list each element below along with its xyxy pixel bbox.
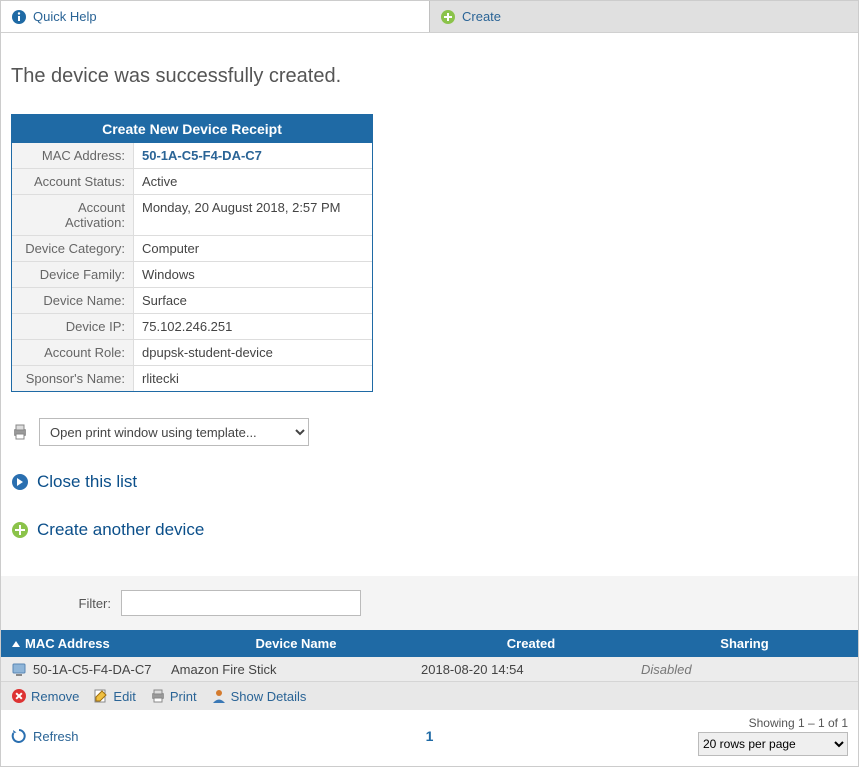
cell-mac: 50-1A-C5-F4-DA-C7: [33, 662, 151, 677]
info-icon: [11, 9, 27, 25]
refresh-button[interactable]: Refresh: [11, 728, 79, 744]
remove-button[interactable]: Remove: [11, 688, 79, 704]
app-window: Quick Help Create The device was success…: [0, 0, 859, 767]
receipt-card: Create New Device Receipt MAC Address:50…: [11, 114, 373, 392]
showing-text: Showing 1 – 1 of 1: [698, 716, 848, 730]
printer-icon: [11, 423, 29, 441]
cell-created: 2018-08-20 14:54: [421, 662, 641, 677]
tab-help-label: Quick Help: [33, 9, 97, 24]
close-list-link[interactable]: Close this list: [11, 472, 848, 492]
receipt-value: Computer: [134, 236, 372, 261]
main-content: The device was successfully created. Cre…: [1, 33, 858, 550]
col-mac[interactable]: MAC Address: [11, 636, 171, 651]
receipt-label: Device Category:: [12, 236, 134, 261]
filter-input[interactable]: [121, 590, 361, 616]
rows-per-page-select[interactable]: 20 rows per page: [698, 732, 848, 756]
table-header: MAC Address Device Name Created Sharing: [1, 630, 858, 657]
edit-button[interactable]: Edit: [93, 688, 135, 704]
receipt-label: Sponsor's Name:: [12, 366, 134, 391]
receipt-value: Windows: [134, 262, 372, 287]
person-icon: [211, 688, 227, 704]
receipt-row: Account Role:dpupsk-student-device: [12, 339, 372, 365]
receipt-row: Device Family:Windows: [12, 261, 372, 287]
receipt-value: Monday, 20 August 2018, 2:57 PM: [134, 195, 372, 235]
arrow-right-icon: [11, 473, 29, 491]
receipt-row: Device IP:75.102.246.251: [12, 313, 372, 339]
create-another-label: Create another device: [37, 520, 204, 540]
receipt-row: Device Name:Surface: [12, 287, 372, 313]
receipt-row: Account Status:Active: [12, 168, 372, 194]
filter-bar: Filter:: [1, 576, 858, 630]
sort-asc-icon: [11, 639, 21, 649]
refresh-icon: [11, 728, 27, 744]
create-another-link[interactable]: Create another device: [11, 520, 848, 540]
filter-label: Filter:: [11, 596, 111, 611]
tab-quick-help[interactable]: Quick Help: [1, 1, 429, 32]
plus-icon: [440, 9, 456, 25]
close-list-label: Close this list: [37, 472, 137, 492]
tab-create-label: Create: [462, 9, 501, 24]
table-row[interactable]: 50-1A-C5-F4-DA-C7 Amazon Fire Stick 2018…: [1, 657, 858, 681]
receipt-label: Account Activation:: [12, 195, 134, 235]
receipt-label: Device Name:: [12, 288, 134, 313]
cell-device-name: Amazon Fire Stick: [171, 662, 421, 677]
col-device-name[interactable]: Device Name: [171, 636, 421, 651]
receipt-row: Sponsor's Name:rlitecki: [12, 365, 372, 391]
page-number[interactable]: 1: [426, 728, 434, 744]
receipt-row: Account Activation:Monday, 20 August 201…: [12, 194, 372, 235]
printer-icon: [150, 688, 166, 704]
receipt-row: Device Category:Computer: [12, 235, 372, 261]
cell-sharing: Disabled: [641, 662, 848, 677]
edit-icon: [93, 688, 109, 704]
receipt-label: Device Family:: [12, 262, 134, 287]
row-actions: Remove Edit Print Show Details: [1, 681, 858, 710]
receipt-row: MAC Address:50-1A-C5-F4-DA-C7: [12, 143, 372, 168]
receipt-label: Account Status:: [12, 169, 134, 194]
receipt-value: rlitecki: [134, 366, 372, 391]
receipt-value: 75.102.246.251: [134, 314, 372, 339]
col-created[interactable]: Created: [421, 636, 641, 651]
receipt-label: MAC Address:: [12, 143, 134, 168]
print-template-select[interactable]: Open print window using template...: [39, 418, 309, 446]
print-button[interactable]: Print: [150, 688, 197, 704]
success-message: The device was successfully created.: [11, 65, 848, 88]
receipt-title: Create New Device Receipt: [12, 115, 372, 143]
table-footer: Refresh 1 Showing 1 – 1 of 1 20 rows per…: [1, 710, 858, 766]
receipt-value[interactable]: 50-1A-C5-F4-DA-C7: [134, 143, 372, 168]
receipt-label: Device IP:: [12, 314, 134, 339]
receipt-value: dpupsk-student-device: [134, 340, 372, 365]
receipt-value: Surface: [134, 288, 372, 313]
receipt-value: Active: [134, 169, 372, 194]
col-sharing[interactable]: Sharing: [641, 636, 848, 651]
receipt-label: Account Role:: [12, 340, 134, 365]
device-icon: [11, 661, 27, 677]
tab-create[interactable]: Create: [429, 1, 858, 32]
top-tab-bar: Quick Help Create: [1, 1, 858, 33]
print-row: Open print window using template...: [11, 418, 848, 446]
plus-icon: [11, 521, 29, 539]
show-details-button[interactable]: Show Details: [211, 688, 307, 704]
delete-icon: [11, 688, 27, 704]
